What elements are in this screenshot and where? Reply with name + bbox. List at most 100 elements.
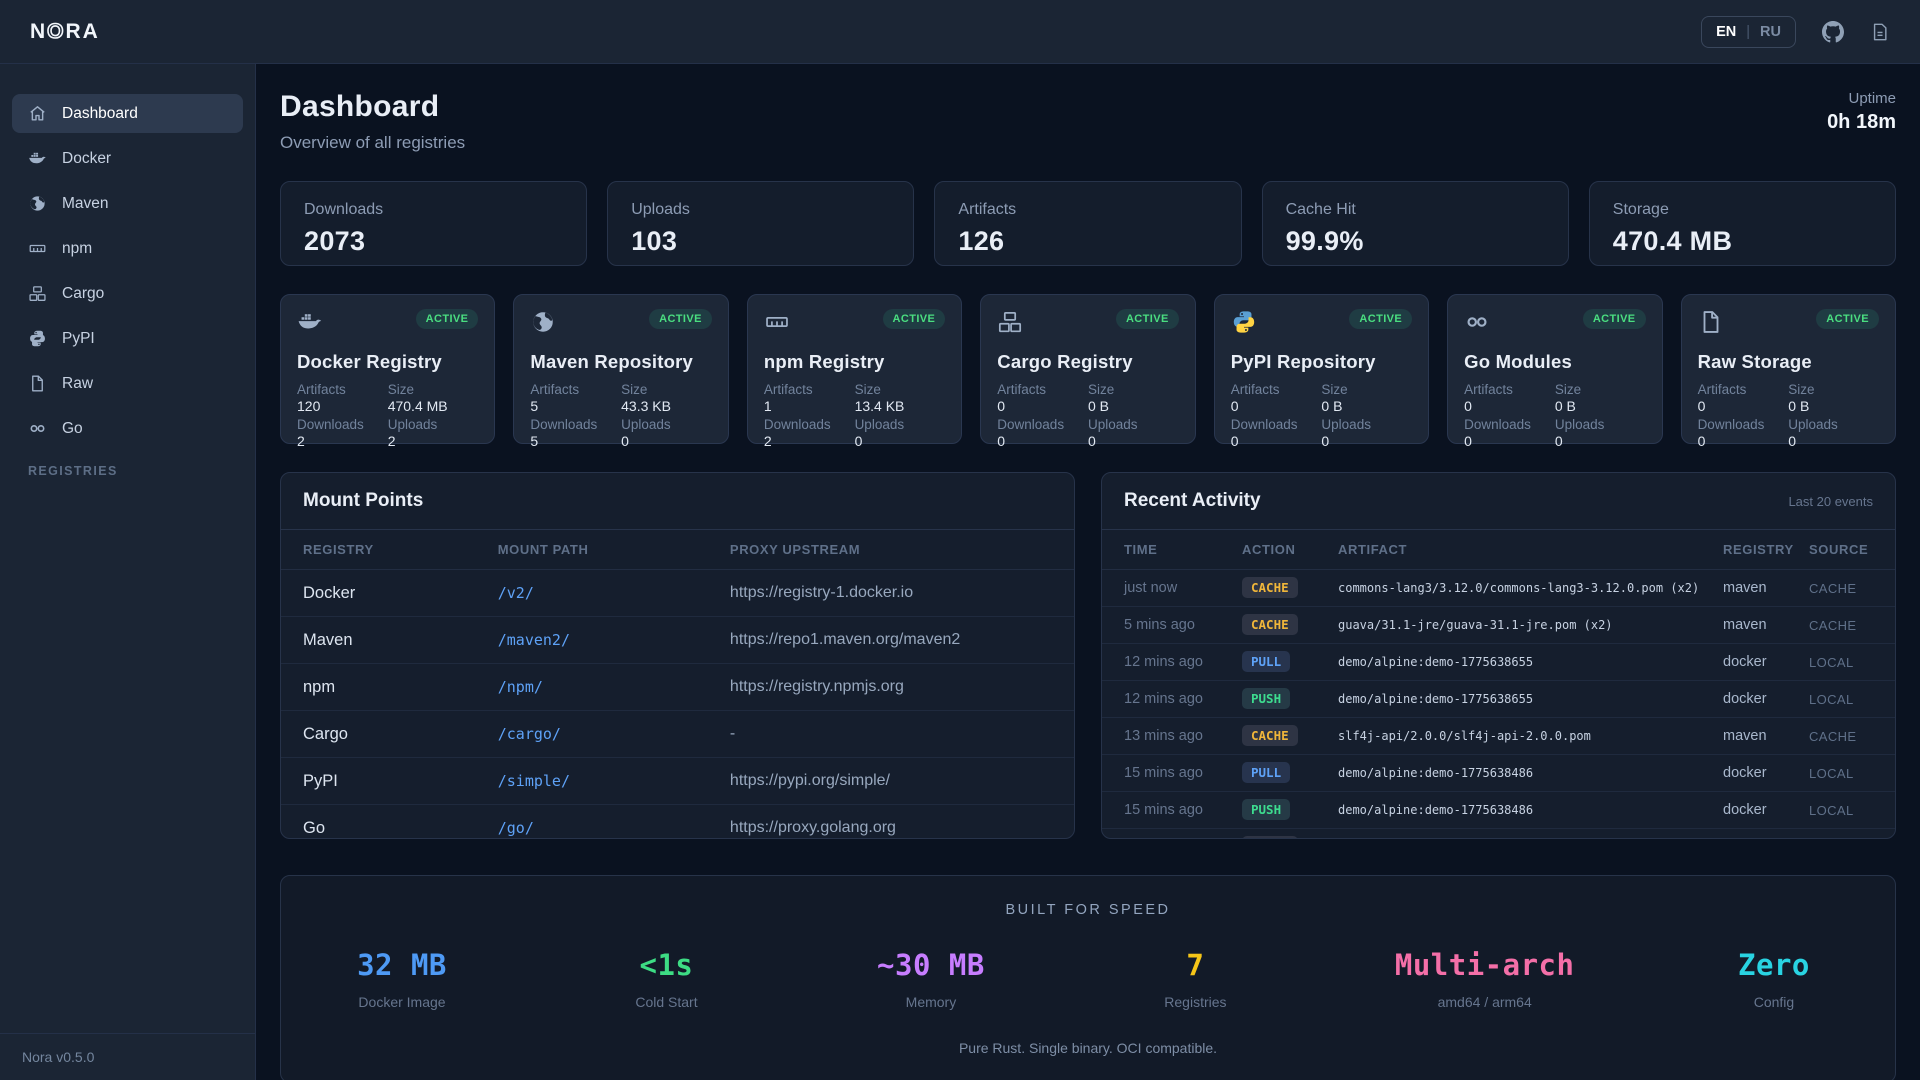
registry-card-maven: ACTIVE Maven Repository Artifacts5 Size4… bbox=[513, 294, 728, 444]
python-icon bbox=[28, 329, 47, 348]
upstream-cell: https://pypi.org/simple/ bbox=[730, 772, 1052, 790]
upstream-cell: https://registry-1.docker.io bbox=[730, 584, 1052, 602]
npm-icon bbox=[28, 239, 47, 258]
globe-icon bbox=[530, 309, 556, 340]
uptime-value: 0h 18m bbox=[1827, 111, 1896, 134]
artifact-cell: demo/alpine:demo-1775638486 bbox=[1338, 766, 1723, 780]
field-value: 0 B bbox=[1321, 398, 1412, 414]
field-label: Size bbox=[1788, 382, 1879, 397]
stat-card: Downloads 2073 bbox=[280, 181, 587, 266]
artifact-cell: slf4j-api/2.0.0/slf4j-api-2.0.0.pom bbox=[1338, 729, 1723, 743]
sidebar-section-registries: REGISTRIES bbox=[28, 464, 227, 478]
table-row: just now CACHE commons-lang3/3.12.0/comm… bbox=[1102, 570, 1895, 607]
registry-cell: Cargo bbox=[303, 725, 498, 744]
field-value: 0 B bbox=[1088, 398, 1179, 414]
field-value: 0 bbox=[1698, 433, 1789, 449]
sidebar-item-go[interactable]: Go bbox=[12, 409, 243, 448]
app-root: NORA EN | RU Dashboard Docker bbox=[0, 0, 1920, 1080]
registry-card-pypi: ACTIVE PyPI Repository Artifacts0 Size0 … bbox=[1214, 294, 1429, 444]
app-logo: NORA bbox=[30, 20, 100, 44]
field-value: 2 bbox=[764, 433, 855, 449]
registry-card-title: Raw Storage bbox=[1698, 351, 1879, 373]
file-icon bbox=[1698, 309, 1724, 340]
field-label: Artifacts bbox=[764, 382, 855, 397]
field-label: Uploads bbox=[1088, 417, 1179, 432]
field-value: 2 bbox=[297, 433, 388, 449]
built-for-speed-panel: BUILT FOR SPEED 32 MB Docker Image <1s C… bbox=[280, 875, 1896, 1080]
stat-label: Storage bbox=[1613, 201, 1872, 219]
sidebar-item-maven[interactable]: Maven bbox=[12, 184, 243, 223]
field-value: 0 bbox=[1464, 433, 1555, 449]
github-icon[interactable] bbox=[1822, 21, 1844, 43]
go-icon bbox=[28, 419, 47, 438]
mount-path-cell: /v2/ bbox=[498, 584, 730, 602]
mount-path-cell: /cargo/ bbox=[498, 725, 730, 743]
stat-card: Storage 470.4 MB bbox=[1589, 181, 1896, 266]
time-cell: 5 mins ago bbox=[1124, 617, 1242, 633]
field-value: 470.4 MB bbox=[388, 398, 479, 414]
page-title: Dashboard bbox=[280, 90, 465, 124]
lang-en-button[interactable]: EN bbox=[1716, 24, 1736, 40]
table-row: 12 mins ago PUSH demo/alpine:demo-177563… bbox=[1102, 681, 1895, 718]
sidebar-item-npm[interactable]: npm bbox=[12, 229, 243, 268]
docker-icon bbox=[28, 149, 47, 168]
table-row: Cargo /cargo/ - bbox=[281, 711, 1074, 758]
field-value: 120 bbox=[297, 398, 388, 414]
artifact-cell: demo/alpine:demo-1775638486 bbox=[1338, 803, 1723, 817]
python-icon bbox=[1231, 309, 1257, 340]
docs-icon[interactable] bbox=[1870, 22, 1890, 42]
registry-cell: maven bbox=[1723, 617, 1809, 633]
speed-stat: 32 MB Docker Image bbox=[337, 948, 467, 1010]
sidebar-item-cargo[interactable]: Cargo bbox=[12, 274, 243, 313]
registry-cell: PyPI bbox=[303, 772, 498, 791]
field-value: 0 bbox=[621, 433, 712, 449]
field-value: 0 bbox=[1698, 398, 1789, 414]
panels-row: Mount Points REGISTRY MOUNT PATH PROXY U… bbox=[280, 472, 1896, 839]
sidebar-item-pypi[interactable]: PyPI bbox=[12, 319, 243, 358]
sidebar-nav: Dashboard Docker Maven npm Cargo PyPI bbox=[0, 94, 255, 448]
speed-stat-label: amd64 / arm64 bbox=[1395, 994, 1575, 1010]
upstream-cell: https://repo1.maven.org/maven2 bbox=[730, 631, 1052, 649]
upstream-cell: https://proxy.golang.org bbox=[730, 819, 1052, 837]
field-label: Size bbox=[621, 382, 712, 397]
upstream-cell: https://registry.npmjs.org bbox=[730, 678, 1052, 696]
field-value: 0 bbox=[997, 398, 1088, 414]
field-label: Downloads bbox=[764, 417, 855, 432]
field-label: Size bbox=[388, 382, 479, 397]
speed-stats-row: 32 MB Docker Image <1s Cold Start ~30 MB… bbox=[337, 948, 1839, 1010]
speed-stat: 7 Registries bbox=[1130, 948, 1260, 1010]
field-label: Downloads bbox=[1464, 417, 1555, 432]
table-header: TIME ACTION ARTIFACT REGISTRY SOURCE bbox=[1102, 530, 1895, 570]
registry-cards-row: ACTIVE Docker Registry Artifacts120 Size… bbox=[280, 294, 1896, 444]
column-header: REGISTRY bbox=[1723, 542, 1809, 557]
home-icon bbox=[28, 104, 47, 123]
speed-stat-value: <1s bbox=[601, 948, 731, 982]
source-cell: CACHE bbox=[1809, 581, 1873, 596]
lang-ru-button[interactable]: RU bbox=[1760, 24, 1781, 40]
topbar: NORA EN | RU bbox=[0, 0, 1920, 64]
field-value: 0 bbox=[1464, 398, 1555, 414]
language-switcher[interactable]: EN | RU bbox=[1701, 16, 1796, 48]
stat-card: Artifacts 126 bbox=[934, 181, 1241, 266]
speed-stat: Multi-arch amd64 / arm64 bbox=[1395, 948, 1575, 1010]
action-badge: CACHE bbox=[1242, 614, 1298, 635]
registry-cell: docker bbox=[1723, 691, 1809, 707]
time-cell: 13 mins ago bbox=[1124, 728, 1242, 744]
table-row: 15 mins ago CACHE chalk npm CACHE bbox=[1102, 829, 1895, 839]
topbar-actions: EN | RU bbox=[1701, 16, 1890, 48]
mount-path-cell: /npm/ bbox=[498, 678, 730, 696]
sidebar-item-dashboard[interactable]: Dashboard bbox=[12, 94, 243, 133]
status-badge: ACTIVE bbox=[649, 309, 712, 329]
field-label: Uploads bbox=[388, 417, 479, 432]
speed-stat-value: 7 bbox=[1130, 948, 1260, 982]
table-row: 15 mins ago PULL demo/alpine:demo-177563… bbox=[1102, 755, 1895, 792]
table-row: Maven /maven2/ https://repo1.maven.org/m… bbox=[281, 617, 1074, 664]
field-label: Artifacts bbox=[1231, 382, 1322, 397]
field-label: Uploads bbox=[1788, 417, 1879, 432]
mount-path-cell: /maven2/ bbox=[498, 631, 730, 649]
table-row: PyPI /simple/ https://pypi.org/simple/ bbox=[281, 758, 1074, 805]
time-cell: just now bbox=[1124, 580, 1242, 596]
artifact-cell: demo/alpine:demo-1775638655 bbox=[1338, 655, 1723, 669]
sidebar-item-docker[interactable]: Docker bbox=[12, 139, 243, 178]
sidebar-item-raw[interactable]: Raw bbox=[12, 364, 243, 403]
